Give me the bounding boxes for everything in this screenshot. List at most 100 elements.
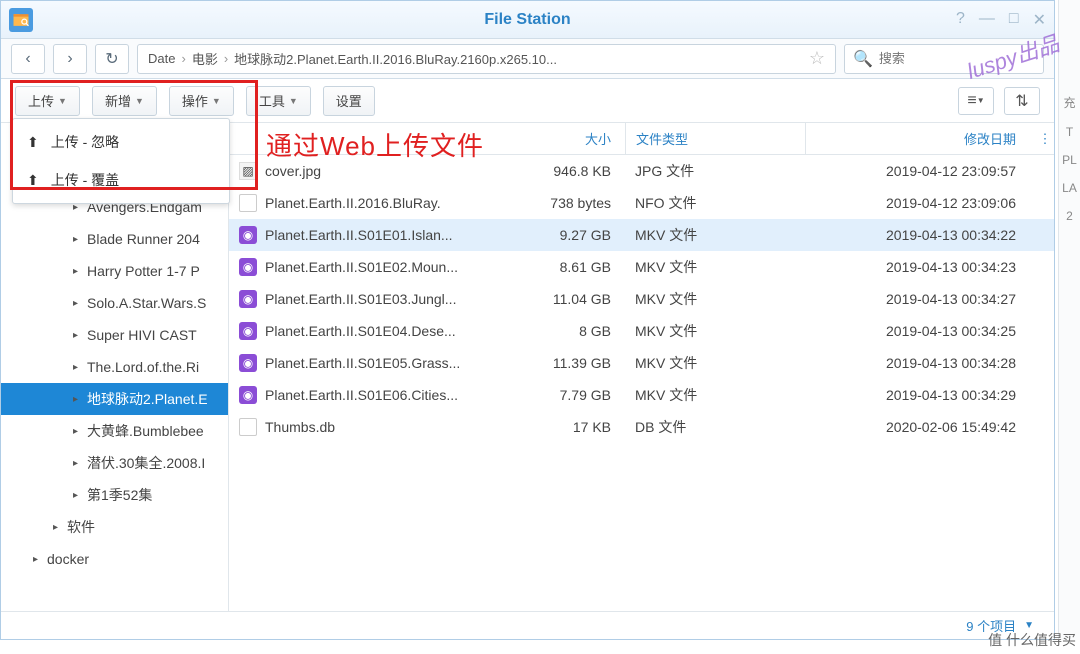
file-size: 8.61 GB xyxy=(529,259,625,275)
file-file-icon xyxy=(239,194,257,212)
file-mkv-icon: ◉ xyxy=(239,354,257,372)
file-name: Planet.Earth.II.S01E01.Islan... xyxy=(265,227,453,243)
col-type[interactable]: 文件类型 xyxy=(625,123,805,154)
file-type: MKV 文件 xyxy=(625,219,805,250)
file-date: 2019-04-13 00:34:23 xyxy=(805,251,1036,282)
tree-item[interactable]: ▸docker xyxy=(1,543,228,575)
tree-item[interactable]: ▸Solo.A.Star.Wars.S xyxy=(1,287,228,319)
file-panel: 大小 文件类型 修改日期 ⋮ ▨cover.jpg946.8 KBJPG 文件2… xyxy=(229,123,1054,611)
sort-button[interactable]: ⇅ xyxy=(1004,87,1040,115)
breadcrumb[interactable]: Date› 电影› 地球脉动2.Planet.Earth.II.2016.Blu… xyxy=(137,44,836,74)
table-row[interactable]: Thumbs.db17 KBDB 文件2020-02-06 15:49:42 xyxy=(229,411,1054,443)
file-date: 2019-04-12 23:09:06 xyxy=(805,187,1036,218)
table-row[interactable]: ◉Planet.Earth.II.S01E03.Jungl...11.04 GB… xyxy=(229,283,1054,315)
file-station-window: File Station ? — □ ✕ ‹ › ↻ Date› 电影› 地球脉… xyxy=(0,0,1055,640)
table-row[interactable]: ◉ Planet.Earth.II.S01E01.Islan... 9.27 GBM… xyxy=(229,219,1054,251)
crumb-1[interactable]: 电影 xyxy=(192,49,218,68)
table-row[interactable]: ◉Planet.Earth.II.S01E06.Cities...7.79 GB… xyxy=(229,379,1054,411)
file-name: Planet.Earth.II.S01E02.Moun... xyxy=(265,259,458,275)
file-name: Planet.Earth.II.S01E04.Dese... xyxy=(265,323,456,339)
maximize-icon[interactable]: □ xyxy=(1009,10,1019,30)
crumb-2[interactable]: 地球脉动2.Planet.Earth.II.2016.BluRay.2160p.… xyxy=(234,49,557,68)
back-button[interactable]: ‹ xyxy=(11,44,45,74)
file-date: 2019-04-13 00:34:27 xyxy=(805,283,1036,314)
tree-item[interactable]: ▸潜伏.30集全.2008.I xyxy=(1,447,228,479)
file-mkv-icon: ◉ xyxy=(239,226,257,244)
file-size: 17 KB xyxy=(529,419,625,435)
file-size: 11.39 GB xyxy=(529,355,625,371)
file-name: Planet.Earth.II.2016.BluRay. xyxy=(265,195,441,211)
watermark-footer: 值 什么值得买 xyxy=(988,630,1076,650)
tree-item[interactable]: ▸第1季52集 xyxy=(1,479,228,511)
tree-item[interactable]: ▸Blade Runner 204 xyxy=(1,223,228,255)
upload-overwrite-item[interactable]: ⬆ 上传 - 覆盖 xyxy=(13,161,229,199)
file-type: MKV 文件 xyxy=(625,283,805,314)
file-date: 2020-02-06 15:49:42 xyxy=(805,411,1036,442)
file-type: MKV 文件 xyxy=(625,315,805,346)
settings-button[interactable]: 设置 xyxy=(323,86,375,116)
file-name: Planet.Earth.II.S01E03.Jungl... xyxy=(265,291,456,307)
file-mkv-icon: ◉ xyxy=(239,386,257,404)
upload-icon: ⬆ xyxy=(27,134,39,151)
tree-item[interactable]: ▸软件 xyxy=(1,511,228,543)
table-row[interactable]: ▨ cover.jpg 946.8 KBJPG 文件2019-04-12 23:09… xyxy=(229,155,1054,187)
close-icon[interactable]: ✕ xyxy=(1033,10,1046,30)
table-header: 大小 文件类型 修改日期 ⋮ xyxy=(229,123,1054,155)
toolbar: 上传▼ 新增▼ 操作▼ 工具▼ 设置 ≡ ▼ ⇅ xyxy=(1,79,1054,123)
tree-item[interactable]: ▸地球脉动2.Planet.E xyxy=(1,383,228,415)
file-img-icon: ▨ xyxy=(239,162,257,180)
crumb-0[interactable]: Date xyxy=(148,51,175,66)
window-title: File Station xyxy=(484,11,570,29)
search-box[interactable]: 🔍 xyxy=(844,44,1044,74)
tree-item[interactable]: ▸The.Lord.of.the.Ri xyxy=(1,351,228,383)
tools-button[interactable]: 工具▼ xyxy=(246,86,311,116)
file-type: MKV 文件 xyxy=(625,379,805,410)
file-size: 9.27 GB xyxy=(529,227,625,243)
file-date: 2019-04-13 00:34:28 xyxy=(805,347,1036,378)
file-file-icon xyxy=(239,418,257,436)
favorite-star-icon[interactable]: ☆ xyxy=(809,48,825,69)
file-size: 738 bytes xyxy=(529,195,625,211)
columns-more-icon[interactable]: ⋮ xyxy=(1036,131,1054,147)
upload-dropdown: ⬆ 上传 - 忽略 ⬆ 上传 - 覆盖 xyxy=(12,118,230,204)
edge-label: 2 xyxy=(1059,209,1080,223)
search-input[interactable] xyxy=(879,51,1035,66)
file-type: JPG 文件 xyxy=(625,155,805,186)
upload-skip-item[interactable]: ⬆ 上传 - 忽略 xyxy=(13,123,229,161)
upload-icon: ⬆ xyxy=(27,172,39,189)
tree-item[interactable]: ▸大黄蜂.Bumblebee xyxy=(1,415,228,447)
table-row[interactable]: ◉Planet.Earth.II.S01E05.Grass...11.39 GB… xyxy=(229,347,1054,379)
file-rows: ▨ cover.jpg 946.8 KBJPG 文件2019-04-12 23:09… xyxy=(229,155,1054,443)
help-icon[interactable]: ? xyxy=(956,10,965,30)
app-icon xyxy=(9,8,33,32)
create-button[interactable]: 新增▼ xyxy=(92,86,157,116)
file-mkv-icon: ◉ xyxy=(239,258,257,276)
view-list-button[interactable]: ≡ ▼ xyxy=(958,87,994,115)
file-type: DB 文件 xyxy=(625,411,805,442)
file-size: 946.8 KB xyxy=(529,163,625,179)
edge-label: PL xyxy=(1059,153,1080,167)
tree-item[interactable]: ▸Super HIVI CAST xyxy=(1,319,228,351)
file-type: NFO 文件 xyxy=(625,187,805,218)
file-name: cover.jpg xyxy=(265,163,321,179)
col-size[interactable]: 大小 xyxy=(529,129,625,148)
file-type: MKV 文件 xyxy=(625,347,805,378)
minimize-icon[interactable]: — xyxy=(979,10,995,30)
table-row[interactable]: ◉Planet.Earth.II.S01E02.Moun...8.61 GBMK… xyxy=(229,251,1054,283)
reload-button[interactable]: ↻ xyxy=(95,44,129,74)
file-date: 2019-04-13 00:34:22 xyxy=(805,219,1036,250)
edge-label: LA xyxy=(1059,181,1080,195)
forward-button[interactable]: › xyxy=(53,44,87,74)
file-mkv-icon: ◉ xyxy=(239,290,257,308)
file-mkv-icon: ◉ xyxy=(239,322,257,340)
tree-item[interactable]: ▸Harry Potter 1-7 P xyxy=(1,255,228,287)
edge-label: 充 xyxy=(1059,94,1080,111)
file-date: 2019-04-12 23:09:57 xyxy=(805,155,1036,186)
search-icon: 🔍 xyxy=(853,49,873,69)
action-button[interactable]: 操作▼ xyxy=(169,86,234,116)
table-row[interactable]: Planet.Earth.II.2016.BluRay. 738 bytesNFO… xyxy=(229,187,1054,219)
file-size: 7.79 GB xyxy=(529,387,625,403)
col-date[interactable]: 修改日期 xyxy=(805,123,1036,154)
table-row[interactable]: ◉Planet.Earth.II.S01E04.Dese...8 GBMKV 文… xyxy=(229,315,1054,347)
upload-button[interactable]: 上传▼ xyxy=(15,86,80,116)
